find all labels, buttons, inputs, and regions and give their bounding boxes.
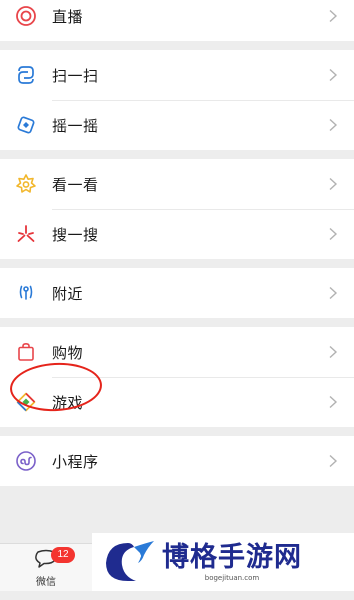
chevron-right-icon: [326, 454, 340, 468]
menu-item-mini-programs[interactable]: 小程序: [0, 436, 354, 486]
watermark-text: 博格手游网 bogejituan.com: [162, 541, 302, 582]
menu-item-live[interactable]: 直播: [0, 0, 354, 41]
games-icon: [15, 391, 37, 413]
chevron-right-icon: [326, 68, 340, 82]
chevron-right-icon: [326, 286, 340, 300]
tab-chats[interactable]: 微信 12: [18, 547, 75, 590]
menu-item-label: 摇一摇: [52, 116, 99, 135]
chevron-right-icon: [326, 395, 340, 409]
group-live: 直播: [0, 0, 354, 41]
live-icon: [15, 5, 37, 27]
separator: [0, 427, 354, 436]
menu-item-top-stories[interactable]: 看一看: [0, 159, 354, 209]
mini-programs-icon: [15, 450, 37, 472]
shopping-bag-icon: [15, 341, 37, 363]
top-stories-icon: [15, 173, 37, 195]
chevron-right-icon: [326, 345, 340, 359]
menu-item-label: 扫一扫: [52, 66, 99, 85]
menu-item-label: 小程序: [52, 452, 99, 471]
chevron-right-icon: [326, 9, 340, 23]
search-icon: [15, 223, 37, 245]
unread-badge: 12: [51, 547, 75, 563]
watermark: 博格手游网 bogejituan.com: [92, 533, 354, 591]
watermark-logo-icon: [92, 537, 158, 587]
chevron-right-icon: [326, 118, 340, 132]
menu-item-shake[interactable]: 摇一摇: [0, 100, 354, 150]
scan-icon: [15, 64, 37, 86]
menu-item-label: 直播: [52, 7, 84, 26]
watermark-subtitle: bogejituan.com: [204, 573, 260, 582]
menu-item-label: 购物: [52, 343, 84, 362]
group-scan-shake: 扫一扫 摇一摇: [0, 50, 354, 150]
shake-icon: [15, 114, 37, 136]
menu-item-search[interactable]: 搜一搜: [0, 209, 354, 259]
menu-item-games[interactable]: 游戏: [0, 377, 354, 427]
nearby-icon: [15, 282, 37, 304]
chevron-right-icon: [326, 227, 340, 241]
separator: [0, 259, 354, 268]
menu-item-label: 看一看: [52, 175, 99, 194]
watermark-title: 博格手游网: [162, 541, 302, 573]
separator: [0, 150, 354, 159]
menu-item-shopping[interactable]: 购物: [0, 327, 354, 377]
group-stories-search: 看一看 搜一搜: [0, 159, 354, 259]
tab-label: 微信: [36, 577, 56, 588]
chevron-right-icon: [326, 177, 340, 191]
separator: [0, 41, 354, 50]
menu-item-nearby[interactable]: 附近: [0, 268, 354, 318]
group-mini-programs: 小程序: [0, 436, 354, 486]
separator: [0, 318, 354, 327]
menu-item-scan[interactable]: 扫一扫: [0, 50, 354, 100]
menu-item-label: 游戏: [52, 393, 84, 412]
group-nearby: 附近: [0, 268, 354, 318]
menu-item-label: 搜一搜: [52, 225, 99, 244]
group-shopping-games: 购物 游戏: [0, 327, 354, 427]
menu-item-label: 附近: [52, 284, 84, 303]
